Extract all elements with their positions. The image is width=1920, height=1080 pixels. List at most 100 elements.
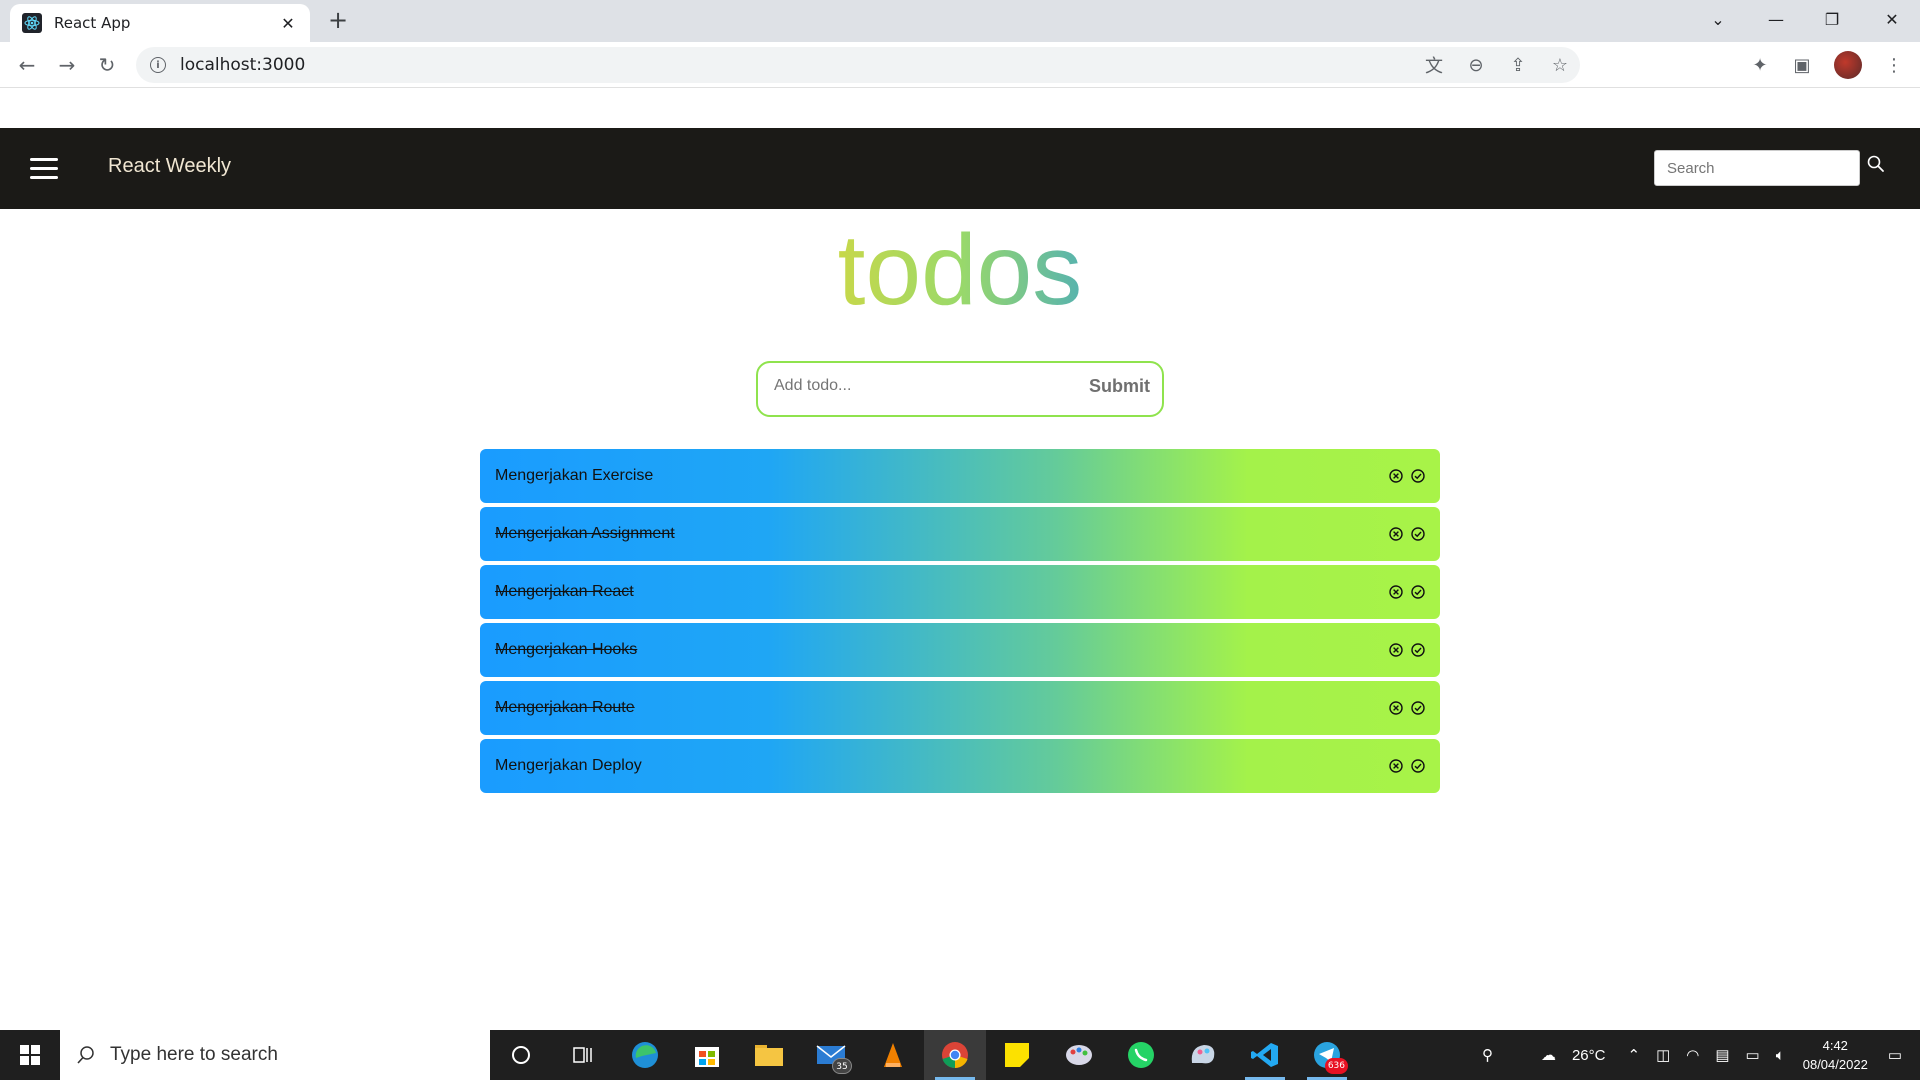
tab-search-icon[interactable]: ⌄ — [1690, 0, 1746, 38]
system-tray: ⚲ ☁ 26°C ⌃ ◫ ◠ ▤ ▭ 🔈︎ 4:42 08/04/2022 ▭ — [1474, 1030, 1920, 1080]
mail-badge: 35 — [832, 1058, 852, 1074]
browser-tabstrip: React App ✕ + ⌄ — ❐ ✕ — [0, 0, 1920, 42]
delete-todo-icon[interactable] — [1388, 642, 1404, 658]
delete-todo-icon[interactable] — [1388, 584, 1404, 600]
close-window-button[interactable]: ✕ — [1864, 0, 1920, 38]
complete-todo-icon[interactable] — [1410, 584, 1426, 600]
taskbar-search-placeholder: Type here to search — [110, 1044, 278, 1065]
delete-todo-icon[interactable] — [1388, 758, 1404, 774]
minimize-button[interactable]: — — [1748, 0, 1804, 38]
battery-saver-icon[interactable]: ▤ — [1715, 1046, 1729, 1064]
todo-item[interactable]: Mengerjakan React — [480, 565, 1440, 619]
edge-icon[interactable] — [614, 1030, 676, 1080]
delete-todo-icon[interactable] — [1388, 700, 1404, 716]
mail-icon[interactable]: 35 — [800, 1030, 862, 1080]
wifi-icon[interactable]: ◠ — [1686, 1046, 1699, 1064]
telegram-icon[interactable]: 636 — [1296, 1030, 1358, 1080]
cortana-icon[interactable] — [490, 1030, 552, 1080]
app-title: todos — [838, 210, 1083, 330]
complete-todo-icon[interactable] — [1410, 468, 1426, 484]
reload-button[interactable]: ↻ — [92, 50, 122, 80]
extensions-icon[interactable]: ✦ — [1750, 55, 1770, 76]
taskbar-search-box[interactable]: Type here to search — [60, 1030, 490, 1080]
todo-item[interactable]: Mengerjakan Route — [480, 681, 1440, 735]
weather-icon[interactable]: ☁ — [1541, 1046, 1556, 1064]
forward-button[interactable]: → — [52, 50, 82, 80]
delete-todo-icon[interactable] — [1388, 526, 1404, 542]
todo-actions — [1388, 526, 1426, 542]
side-panel-icon[interactable]: ▣ — [1792, 55, 1812, 76]
address-bar[interactable]: i localhost:3000 文 ⊖ ⇪ ☆ — [136, 47, 1580, 83]
todo-actions — [1388, 468, 1426, 484]
search-icon[interactable] — [1866, 154, 1886, 174]
chevron-up-icon[interactable]: ⌃ — [1627, 1046, 1640, 1064]
site-info-icon[interactable]: i — [150, 57, 166, 73]
restore-button[interactable]: ❐ — [1804, 0, 1860, 38]
file-explorer-icon[interactable] — [738, 1030, 800, 1080]
zoom-icon[interactable]: ⊖ — [1466, 55, 1486, 76]
app-title-wrap: todos — [0, 210, 1920, 330]
todo-actions — [1388, 642, 1426, 658]
volume-icon[interactable]: 🔈︎ — [1776, 1047, 1785, 1064]
todo-list: Mengerjakan Exercise Mengerjakan Assignme… — [480, 449, 1440, 797]
close-tab-icon[interactable]: ✕ — [278, 14, 298, 33]
tab-title: React App — [54, 14, 131, 32]
todo-actions — [1388, 758, 1426, 774]
back-button[interactable]: ← — [12, 50, 42, 80]
todo-text: Mengerjakan React — [495, 583, 634, 600]
weather-temperature[interactable]: 26°C — [1572, 1047, 1606, 1064]
windows-taskbar: Type here to search 35 636 ⚲ ☁ 26°C ⌃ ◫ … — [0, 1030, 1920, 1080]
vlc-icon[interactable] — [862, 1030, 924, 1080]
people-icon[interactable]: ⚲ — [1482, 1046, 1493, 1064]
task-view-icon[interactable] — [552, 1030, 614, 1080]
todo-item[interactable]: Mengerjakan Assignment — [480, 507, 1440, 561]
todo-item[interactable]: Mengerjakan Deploy — [480, 739, 1440, 793]
todo-text: Mengerjakan Hooks — [495, 641, 638, 658]
new-tab-button[interactable]: + — [325, 8, 351, 34]
todo-item[interactable]: Mengerjakan Hooks — [480, 623, 1440, 677]
react-logo-icon — [22, 13, 42, 33]
sticky-notes-icon[interactable] — [986, 1030, 1048, 1080]
add-todo-input[interactable]: Add todo... — [774, 377, 851, 395]
whatsapp-icon[interactable] — [1110, 1030, 1172, 1080]
battery-icon[interactable]: ▭ — [1746, 1046, 1760, 1064]
todo-text: Mengerjakan Route — [495, 699, 635, 716]
todo-item[interactable]: Mengerjakan Exercise — [480, 449, 1440, 503]
meet-now-icon[interactable]: ◫ — [1656, 1046, 1670, 1064]
url-text[interactable]: localhost:3000 — [180, 55, 305, 75]
share-icon[interactable]: ⇪ — [1508, 55, 1528, 76]
complete-todo-icon[interactable] — [1410, 642, 1426, 658]
submit-button[interactable]: Submit — [1089, 376, 1150, 397]
taskbar-search-icon — [77, 1046, 94, 1064]
telegram-badge: 636 — [1324, 1058, 1348, 1074]
chrome-icon[interactable] — [924, 1030, 986, 1080]
menu-kebab-icon[interactable]: ⋮ — [1884, 55, 1904, 76]
clock-date: 08/04/2022 — [1802, 1057, 1868, 1072]
bookmark-star-icon[interactable]: ☆ — [1550, 55, 1570, 76]
todo-text: Mengerjakan Exercise — [495, 467, 654, 484]
vscode-icon[interactable] — [1234, 1030, 1296, 1080]
windows-start-icon[interactable] — [0, 1030, 60, 1080]
add-todo-form: Add todo... Submit — [756, 361, 1164, 417]
delete-todo-icon[interactable] — [1388, 468, 1404, 484]
notifications-icon[interactable]: ▭ — [1888, 1046, 1902, 1064]
microsoft-store-icon[interactable] — [676, 1030, 738, 1080]
translate-icon[interactable]: 文 — [1424, 52, 1444, 78]
todo-text: Mengerjakan Assignment — [495, 525, 675, 542]
complete-todo-icon[interactable] — [1410, 758, 1426, 774]
profile-avatar[interactable] — [1834, 51, 1862, 79]
navbar-search-input[interactable] — [1654, 150, 1860, 186]
paint-icon[interactable] — [1048, 1030, 1110, 1080]
app-navbar: React Weekly — [0, 128, 1920, 209]
browser-tab[interactable]: React App ✕ — [10, 4, 310, 42]
todo-actions — [1388, 584, 1426, 600]
taskbar-clock[interactable]: 4:42 08/04/2022 — [1803, 1036, 1868, 1074]
hamburger-menu-icon[interactable] — [30, 158, 58, 180]
complete-todo-icon[interactable] — [1410, 526, 1426, 542]
clock-time: 4:42 — [1822, 1038, 1848, 1053]
browser-toolbar: ← → ↻ i localhost:3000 文 ⊖ ⇪ ☆ ✦ ▣ ⋮ — [0, 42, 1920, 88]
complete-todo-icon[interactable] — [1410, 700, 1426, 716]
brand-title[interactable]: React Weekly — [108, 155, 231, 178]
todo-text: Mengerjakan Deploy — [495, 757, 642, 774]
paint-3d-icon[interactable] — [1172, 1030, 1234, 1080]
